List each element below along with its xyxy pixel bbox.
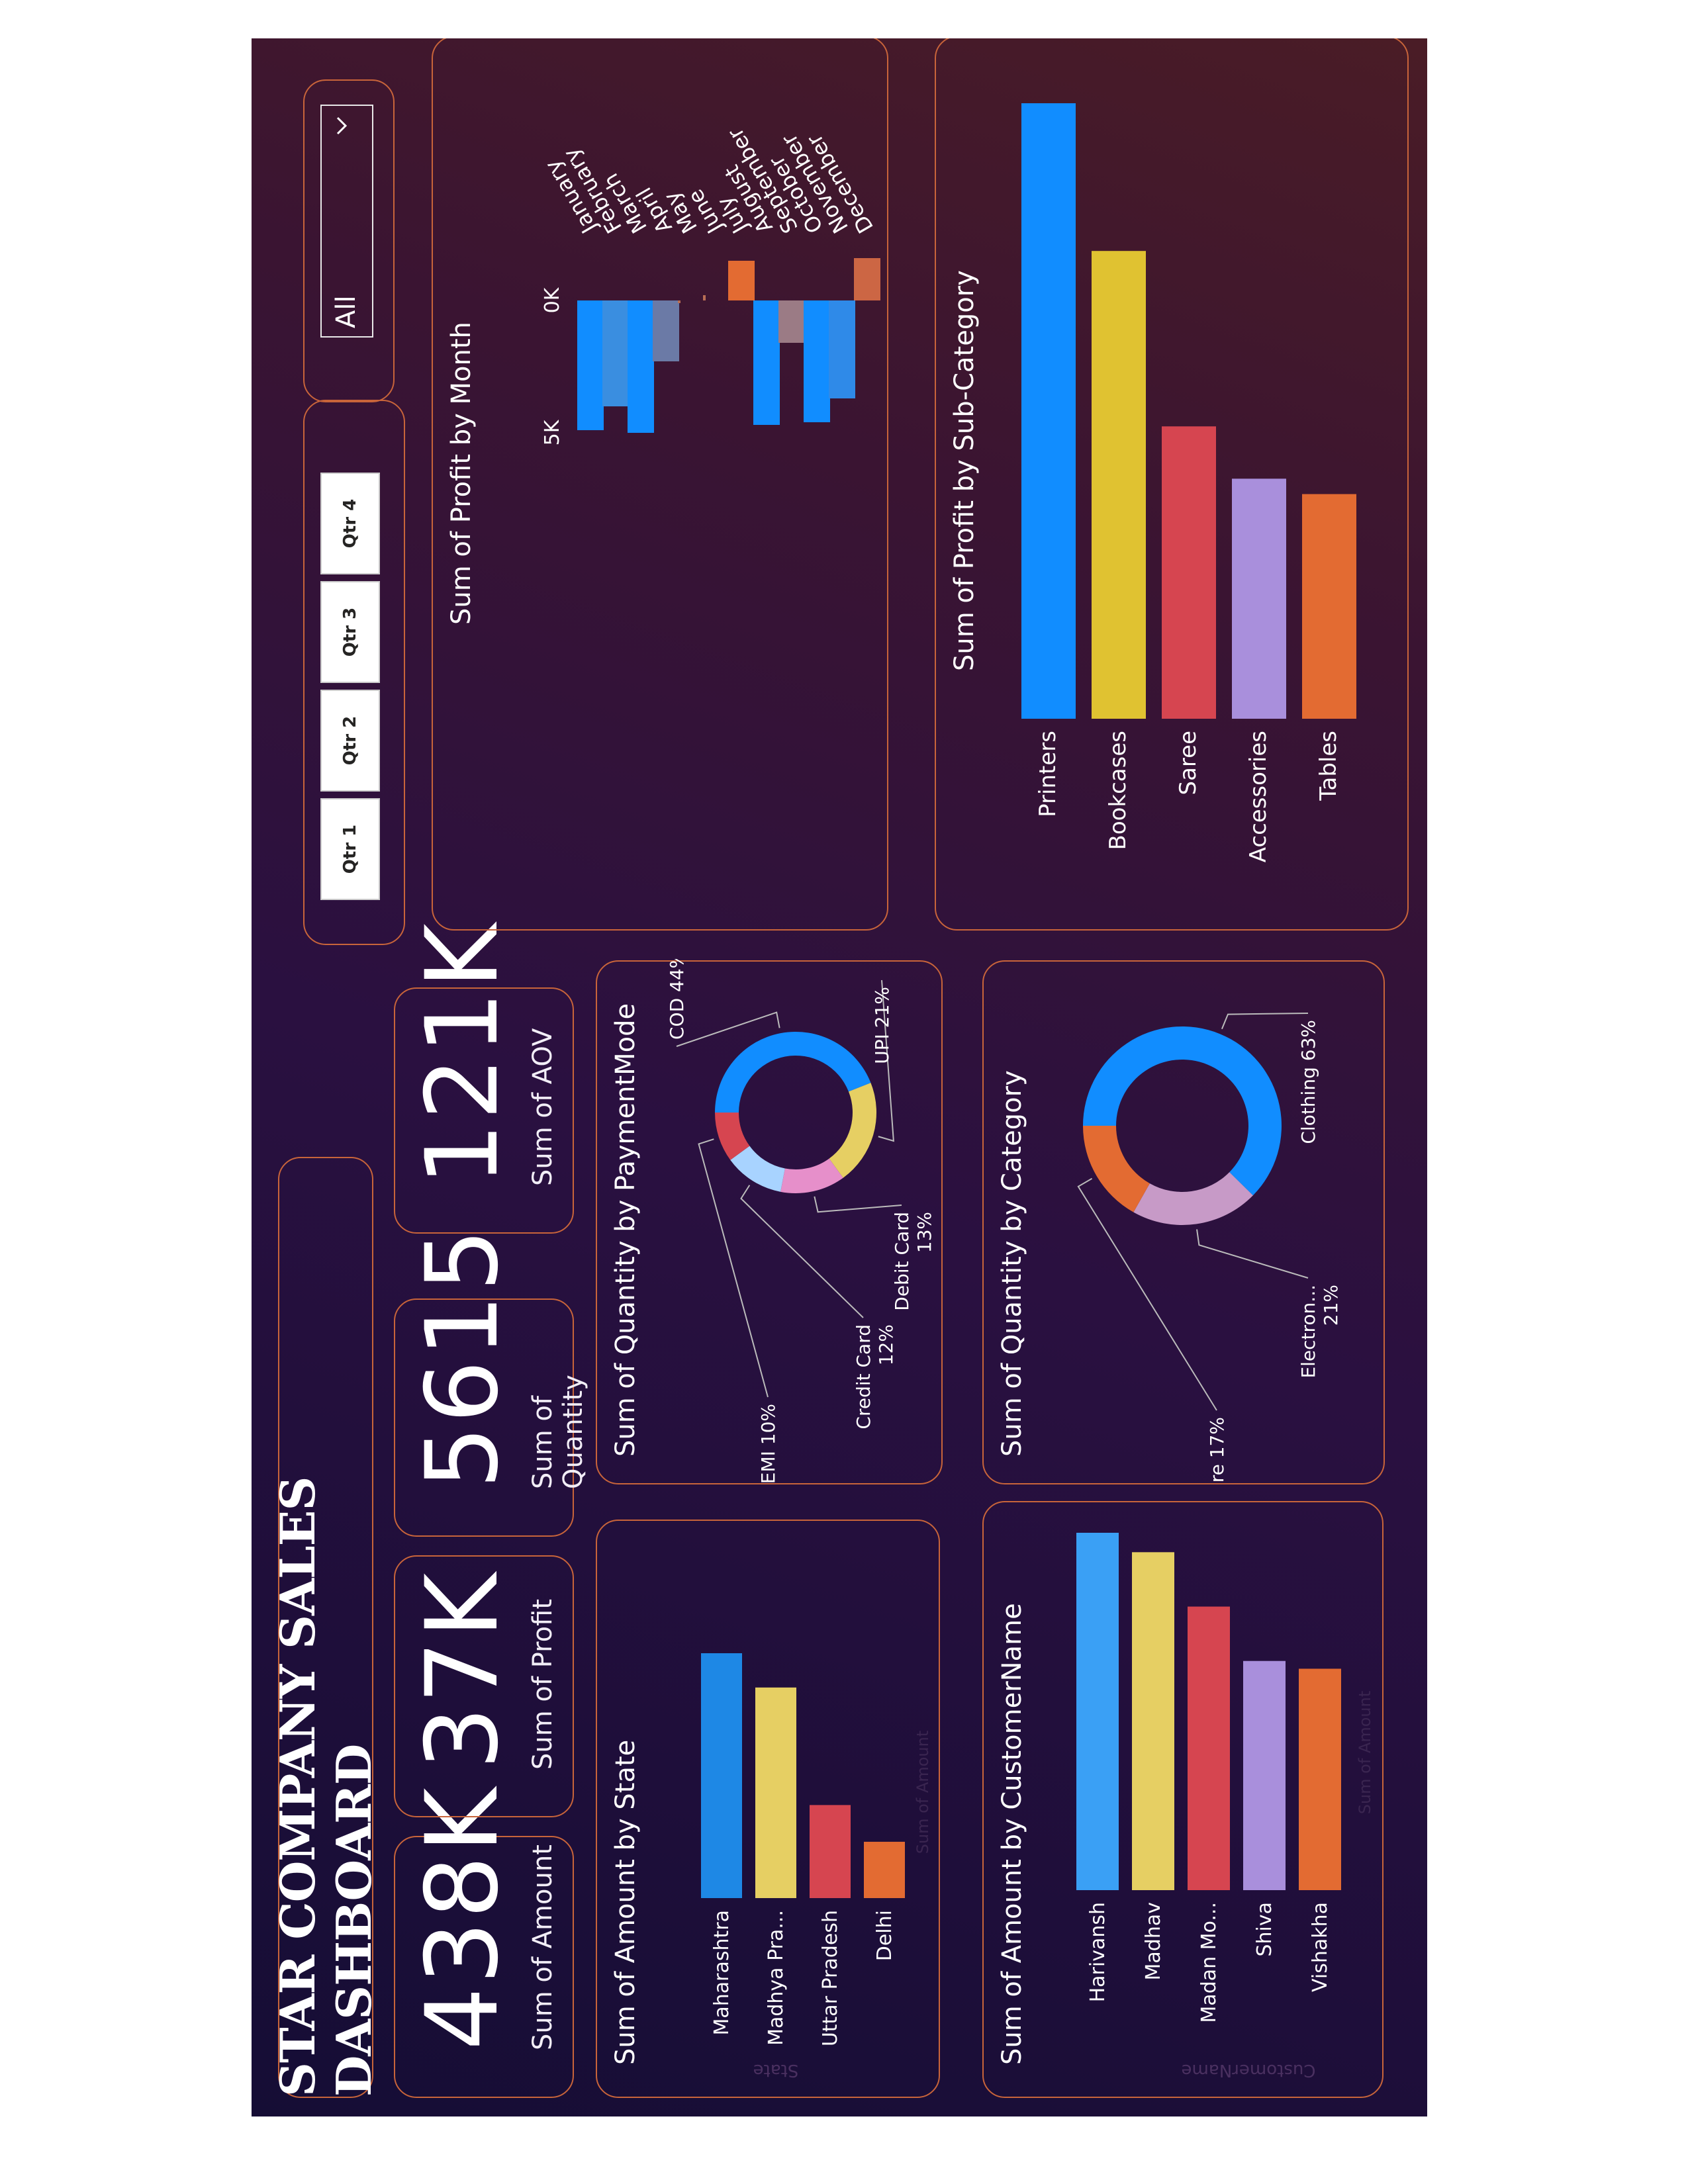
data-label-upi: UPI 21% (871, 987, 893, 1064)
bar-saree (1162, 426, 1216, 719)
tick-label-madhav: Madhav (1142, 1902, 1165, 1980)
bar-december (854, 258, 880, 300)
bar-maharashtra (701, 1653, 742, 1898)
bar-october (804, 300, 830, 422)
bar-july (728, 261, 755, 300)
bar-may (678, 300, 680, 303)
data-label-credit-card: Credit Card12% (853, 1324, 897, 1430)
category-chart-panel: Sum of Quantity by Category Clothing 63%… (982, 960, 1385, 1484)
category-donut-chart: Clothing 63% Electron...21% Furniture 17% (1077, 1013, 1342, 1483)
bar-madan-mo (1188, 1606, 1230, 1890)
bar-march (628, 300, 654, 433)
tick-label-vishakha: Vishakha (1309, 1902, 1332, 1992)
kpi-value: 438K (405, 1785, 520, 2050)
kpi-card-aov: 121K Sum of AOV (394, 921, 574, 1234)
kpi-value: 121K (405, 921, 520, 1186)
subcategory-chart-panel: Sum of Profit by Sub-Category Printers Bo… (935, 38, 1409, 931)
bar-shiva (1243, 1661, 1286, 1890)
leader-line-credit-card (740, 1185, 864, 1318)
kpi-card-profit: 37K Sum of Profit (394, 1555, 574, 1817)
bar-madhav (1132, 1552, 1174, 1890)
data-label-clothing: Clothing 63% (1297, 1020, 1319, 1144)
dashboard-title: STAR COMPANY SALES DASHBOARD (269, 1477, 382, 2097)
subcategory-bar-chart: Printers Bookcases Saree Accessories Tables (1021, 103, 1356, 862)
kpi-label: Sum of AOV (528, 1028, 558, 1187)
quarter-button-3[interactable]: Qtr 3 (320, 581, 380, 683)
kpi-label: Sum of Profit (528, 1598, 558, 1770)
kpi-label: Sum of Quantity (528, 1375, 588, 1489)
slice-cod (715, 1031, 871, 1113)
bar-november (829, 300, 855, 398)
axis-title-state: State (753, 2060, 799, 2080)
data-label-emi: EMI 10% (757, 1404, 779, 1483)
month-chart-panel: Sum of Profit by Month 0K 5K January Februa… (432, 38, 888, 931)
leader-line-clothing (1221, 1013, 1309, 1030)
bar-bookcases (1092, 251, 1146, 719)
bar-february (602, 300, 629, 406)
bar-harivansh (1076, 1533, 1119, 1890)
bar-printers (1021, 103, 1076, 719)
kpi-label: Sum of Amount (528, 1844, 558, 2050)
dropdown-select[interactable]: All (320, 105, 373, 338)
kpi-value: 37K (405, 1570, 520, 1770)
kpi-card-quantity: 5615 Sum of Quantity (394, 1226, 588, 1537)
quarter-button-4[interactable]: Qtr 4 (320, 473, 380, 574)
month-bar-chart: 0K5KJanuaryFebruaryMarchAprilMayJuneJuly… (539, 123, 880, 445)
axis-title-value: Sum of Amount (1356, 1691, 1374, 1815)
tick-label-madhya-pra: Madhya Pra... (765, 1910, 788, 2046)
customer-bar-chart: CustomerName Sum of Amount Harivansh Madh… (1076, 1533, 1374, 2080)
kpi-value: 5615 (405, 1226, 520, 1489)
state-chart-panel: Sum of Amount by State State Sum of Amou… (596, 1520, 940, 2098)
quarter-button-2[interactable]: Qtr 2 (320, 690, 380, 792)
customer-chart-panel: Sum of Amount by CustomerName CustomerNa… (982, 1501, 1383, 2098)
bar-january (577, 300, 604, 430)
tick-label-delhi: Delhi (873, 1910, 896, 1961)
data-label-electron: Electron...21% (1297, 1285, 1342, 1379)
dashboard-canvas: STAR COMPANY SALES DASHBOARD 438K Sum of… (252, 38, 1427, 2116)
dropdown-value: All (331, 295, 361, 328)
axis-title-customer: CustomerName (1182, 2060, 1316, 2080)
bar-tables (1302, 494, 1356, 719)
leader-line-electron (1196, 1229, 1309, 1279)
bar-august (753, 300, 780, 425)
bar-june (703, 295, 706, 300)
title-panel: STAR COMPANY SALES DASHBOARD (269, 1157, 382, 2098)
bar-vishakha (1299, 1668, 1341, 1890)
state-bar-chart: State Sum of Amount Maharashtra Madhya Pr… (701, 1653, 932, 2080)
bar-madhya-pra (755, 1687, 796, 1898)
bar-accessories (1232, 478, 1286, 719)
y-tick-0k: 0K (541, 287, 564, 313)
bar-delhi (864, 1841, 905, 1898)
tick-label-shiva: Shiva (1253, 1902, 1276, 1957)
slice-electron (1133, 1172, 1253, 1225)
tick-label-maharashtra: Maharashtra (710, 1910, 733, 2036)
bar-september (778, 300, 805, 343)
quarter-slicer: Qtr 1 Qtr 2 Qtr 3 Qtr 4 (303, 400, 405, 945)
bar-april (653, 300, 679, 361)
payment-donut-chart: COD 44% UPI 21% Debit Card13% Credit Card12… (666, 959, 935, 1483)
tick-label-printers: Printers (1035, 731, 1061, 817)
chevron-down-icon (336, 116, 348, 135)
tick-label-saree: Saree (1175, 731, 1201, 795)
kpi-card-amount: 438K Sum of Amount (394, 1785, 574, 2098)
tick-label-tables: Tables (1315, 731, 1342, 801)
data-label-furniture: Furniture 17% (1206, 1417, 1228, 1483)
axis-title-value: Sum of Amount (914, 1731, 932, 1854)
tick-label-harivansh: Harivansh (1086, 1902, 1109, 2002)
y-tick-5k: 5K (541, 419, 564, 445)
tick-label-madan-mo: Madan Mo... (1197, 1902, 1221, 2023)
tick-label-bookcases: Bookcases (1105, 731, 1131, 850)
quarter-button-1[interactable]: Qtr 1 (320, 798, 380, 900)
slice-upi (829, 1083, 876, 1178)
leader-line-debit-card (814, 1196, 902, 1213)
payment-chart-panel: Sum of Quantity by PaymentMode COD 44% UP… (596, 959, 943, 1484)
tick-label-accessories: Accessories (1245, 731, 1272, 862)
slice-furniture (1083, 1126, 1150, 1212)
dropdown-slicer: All (303, 79, 395, 402)
tick-label-uttar-pradesh: Uttar Pradesh (819, 1910, 842, 2046)
data-label-debit-card: Debit Card13% (891, 1212, 935, 1311)
bar-uttar-pradesh (810, 1805, 851, 1898)
data-label-cod: COD 44% (666, 959, 688, 1040)
